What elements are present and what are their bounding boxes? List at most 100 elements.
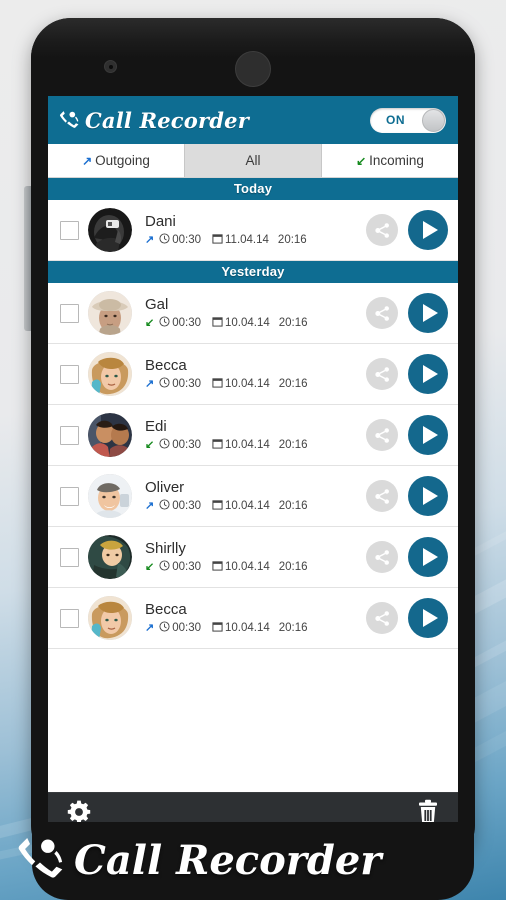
row-info: Becca ↗ 00:30 10.04.14 20:16 (145, 601, 366, 635)
call-time: 20:16 (278, 500, 308, 513)
row-select-checkbox[interactable] (60, 486, 79, 506)
call-date: 10.04.14 (225, 378, 270, 391)
calendar-icon (212, 316, 223, 330)
duration-group: 00:30 (159, 438, 201, 452)
app-header: Call Recorder ON (48, 96, 458, 144)
front-camera-icon (104, 60, 117, 73)
contact-name: Gal (145, 295, 169, 313)
play-icon[interactable] (408, 598, 448, 638)
share-icon[interactable] (366, 480, 398, 512)
call-time: 20:16 (278, 317, 308, 330)
row-info: Shirlly ↙ 00:30 10.04.14 20:16 (145, 540, 366, 574)
share-icon[interactable] (366, 602, 398, 634)
calendar-icon (212, 438, 223, 452)
call-time: 20:16 (278, 622, 308, 635)
tab-all[interactable]: All (184, 144, 322, 177)
row-info: Edi ↙ 00:30 10.04.14 20:16 (145, 418, 366, 452)
row-select-checkbox[interactable] (60, 608, 79, 628)
contact-name: Becca (145, 600, 187, 618)
share-icon[interactable] (366, 214, 398, 246)
toggle-label: ON (386, 113, 405, 127)
clock-icon (159, 560, 170, 574)
calendar-icon (212, 621, 223, 635)
row-info: Becca ↗ 00:30 10.04.14 20:16 (145, 357, 366, 391)
duration-group: 00:30 (159, 560, 201, 574)
phone-handset-icon (58, 109, 80, 131)
gear-icon[interactable] (66, 799, 92, 830)
contact-name: Edi (145, 417, 167, 435)
share-icon[interactable] (366, 541, 398, 573)
play-icon[interactable] (408, 293, 448, 333)
row-select-checkbox[interactable] (60, 303, 79, 323)
call-time: 20:16 (278, 561, 308, 574)
calendar-icon (212, 560, 223, 574)
play-icon[interactable] (408, 537, 448, 577)
row-select-checkbox[interactable] (60, 220, 79, 240)
play-icon[interactable] (408, 210, 448, 250)
arrow-in-icon: ↙ (356, 153, 367, 168)
row-info: Oliver ↗ 00:30 10.04.14 20:16 (145, 479, 366, 513)
table-row[interactable]: Dani ↗ 00:30 11.04.14 20:16 (48, 200, 458, 261)
row-info: Dani ↗ 00:30 11.04.14 20:16 (145, 213, 366, 247)
row-select-checkbox[interactable] (60, 425, 79, 445)
row-meta: ↗ 00:30 10.04.14 20:16 (145, 499, 366, 513)
tab-all-label: All (245, 153, 261, 168)
date-group: 10.04.14 (212, 438, 270, 452)
table-row[interactable]: Becca ↗ 00:30 10.04.14 20:16 (48, 344, 458, 405)
contact-name: Oliver (145, 478, 185, 496)
arrow-in-icon: ↙ (145, 438, 155, 451)
arrow-out-icon: ↗ (145, 499, 155, 512)
calendar-icon (212, 377, 223, 391)
tab-outgoing[interactable]: ↗ Outgoing (48, 144, 184, 177)
trash-icon[interactable] (416, 799, 440, 830)
row-info: Gal ↙ 00:30 10.04.14 20:16 (145, 296, 366, 330)
row-select-checkbox[interactable] (60, 547, 79, 567)
phone-screen: Call Recorder ON ↗ Outgoing All ↙ Incomi… (48, 96, 458, 836)
clock-icon (159, 499, 170, 513)
clock-icon (159, 377, 170, 391)
duration-group: 00:30 (159, 316, 201, 330)
bottom-action-bar (48, 792, 458, 836)
call-duration: 00:30 (172, 234, 201, 247)
share-icon[interactable] (366, 297, 398, 329)
avatar (88, 208, 132, 252)
app-brand: Call Recorder (58, 109, 249, 131)
duration-group: 00:30 (159, 233, 201, 247)
calendar-icon (212, 233, 223, 247)
contact-name: Shirlly (145, 539, 186, 557)
play-icon[interactable] (408, 415, 448, 455)
call-date: 10.04.14 (225, 439, 270, 452)
toggle-knob[interactable] (422, 108, 445, 132)
volume-rocker-button[interactable] (24, 186, 31, 331)
duration-group: 00:30 (159, 621, 201, 635)
tab-incoming[interactable]: ↙ Incoming (322, 144, 458, 177)
play-icon[interactable] (408, 476, 448, 516)
share-icon[interactable] (366, 419, 398, 451)
call-duration: 00:30 (172, 317, 201, 330)
table-row[interactable]: Becca ↗ 00:30 10.04.14 20:16 (48, 588, 458, 649)
row-meta: ↙ 00:30 10.04.14 20:16 (145, 438, 366, 452)
share-icon[interactable] (366, 358, 398, 390)
tab-incoming-label: Incoming (369, 153, 424, 168)
call-duration: 00:30 (172, 622, 201, 635)
avatar (88, 413, 132, 457)
play-icon[interactable] (408, 354, 448, 394)
section-header-today: Today (48, 178, 458, 200)
filter-tab-bar: ↗ Outgoing All ↙ Incoming (48, 144, 458, 178)
table-row[interactable]: Edi ↙ 00:30 10.04.14 20:16 (48, 405, 458, 466)
call-date: 10.04.14 (225, 561, 270, 574)
table-row[interactable]: Shirlly ↙ 00:30 10.04.14 20:16 (48, 527, 458, 588)
call-duration: 00:30 (172, 500, 201, 513)
contact-name: Becca (145, 356, 187, 374)
date-group: 10.04.14 (212, 621, 270, 635)
clock-icon (159, 438, 170, 452)
table-row[interactable]: Oliver ↗ 00:30 10.04.14 20:16 (48, 466, 458, 527)
avatar (88, 535, 132, 579)
row-select-checkbox[interactable] (60, 364, 79, 384)
contact-name: Dani (145, 212, 176, 230)
page-background: Call Recorder ON ↗ Outgoing All ↙ Incomi… (0, 0, 506, 900)
table-row[interactable]: Gal ↙ 00:30 10.04.14 20:16 (48, 283, 458, 344)
recording-power-toggle[interactable]: ON (370, 107, 446, 133)
date-group: 10.04.14 (212, 560, 270, 574)
duration-group: 00:30 (159, 499, 201, 513)
